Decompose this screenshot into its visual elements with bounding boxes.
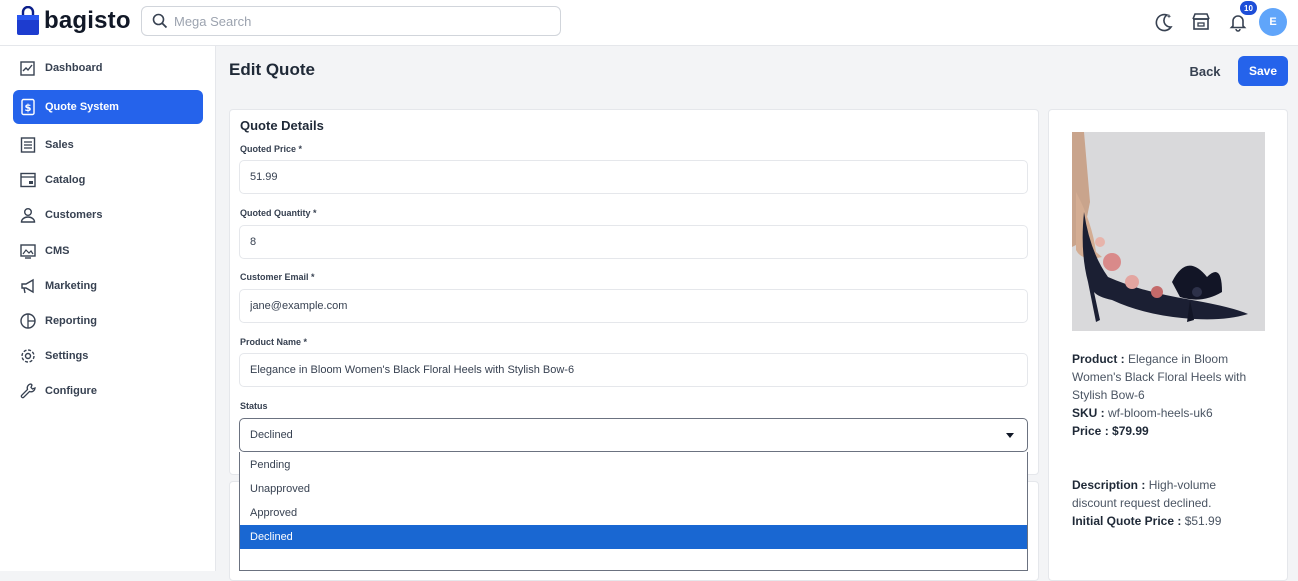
- sidebar-item-label: Sales: [45, 139, 74, 151]
- status-select[interactable]: Declined: [239, 418, 1028, 452]
- product-photo: [1072, 132, 1265, 331]
- sidebar-item-configure[interactable]: Configure: [13, 374, 203, 408]
- shopping-bag-icon: [17, 6, 39, 35]
- quoted-quantity-input[interactable]: [239, 225, 1028, 259]
- initial-quote-value: $51.99: [1184, 514, 1222, 528]
- quote-summary: Description : High-volume discount reque…: [1072, 476, 1262, 530]
- sidebar-item-label: Dashboard: [45, 62, 103, 74]
- product-name-label: Product Name *: [240, 337, 308, 347]
- price-value: $79.99: [1112, 424, 1149, 438]
- person-icon: [20, 208, 36, 223]
- sidebar-item-marketing[interactable]: Marketing: [13, 269, 203, 303]
- sidebar-item-quote-system[interactable]: $ Quote System: [13, 90, 203, 124]
- list-icon: [20, 137, 36, 153]
- status-dropdown: Pending Unapproved Approved Declined: [239, 452, 1028, 571]
- dark-mode-icon[interactable]: [1153, 11, 1175, 33]
- product-summary: Product : Elegance in Bloom Women's Blac…: [1072, 350, 1262, 440]
- sidebar-item-dashboard[interactable]: Dashboard: [13, 51, 203, 85]
- sidebar-item-label: Marketing: [45, 280, 97, 292]
- mega-search[interactable]: [141, 6, 561, 36]
- quoted-price-input[interactable]: [239, 160, 1028, 194]
- sku-label: SKU :: [1072, 406, 1105, 420]
- customer-email-label: Customer Email *: [240, 272, 315, 282]
- status-option-pending[interactable]: Pending: [240, 453, 1027, 477]
- caret-down-icon: [1006, 433, 1014, 438]
- price-label: Price :: [1072, 424, 1109, 438]
- save-button[interactable]: Save: [1238, 56, 1288, 86]
- status-label: Status: [240, 401, 268, 411]
- status-option-declined[interactable]: Declined: [240, 525, 1027, 549]
- initial-quote-label: Initial Quote Price :: [1072, 514, 1182, 528]
- svg-text:$: $: [25, 103, 32, 114]
- product-label: Product :: [1072, 352, 1125, 366]
- storefront-icon[interactable]: [1190, 11, 1212, 33]
- sidebar-item-label: Customers: [45, 209, 103, 221]
- product-name-input[interactable]: [239, 353, 1028, 387]
- card-title: Quote Details: [240, 118, 324, 133]
- sidebar-item-cms[interactable]: CMS: [13, 234, 203, 268]
- page-title: Edit Quote: [229, 60, 315, 79]
- sidebar-item-label: Configure: [45, 385, 97, 397]
- sidebar-item-customers[interactable]: Customers: [13, 198, 203, 232]
- quoted-quantity-label: Quoted Quantity *: [240, 208, 317, 218]
- sku-value: wf-bloom-heels-uk6: [1108, 406, 1213, 420]
- sidebar-item-reporting[interactable]: Reporting: [13, 304, 203, 338]
- description-label: Description :: [1072, 478, 1146, 492]
- sidebar-item-settings[interactable]: Settings: [13, 339, 203, 373]
- sidebar: Dashboard $ Quote System Sales Catalog C…: [0, 46, 216, 571]
- top-header: bagisto 10 E: [0, 0, 1298, 46]
- sidebar-item-sales[interactable]: Sales: [13, 128, 203, 162]
- customer-email-input[interactable]: [239, 289, 1028, 323]
- dashboard-icon: [20, 61, 35, 76]
- catalog-icon: [20, 172, 36, 188]
- search-input[interactable]: [174, 13, 534, 29]
- back-button[interactable]: Back: [1180, 56, 1230, 86]
- gear-icon: [21, 349, 35, 363]
- status-selected-value: Declined: [250, 429, 293, 441]
- product-image: [1072, 132, 1265, 331]
- dollar-doc-icon: $: [21, 98, 35, 116]
- brand-logo[interactable]: bagisto: [16, 6, 131, 36]
- sidebar-item-label: Reporting: [45, 315, 97, 327]
- megaphone-icon: [21, 278, 34, 294]
- notification-count-badge: 10: [1240, 1, 1257, 15]
- status-option-unapproved[interactable]: Unapproved: [240, 477, 1027, 501]
- pie-chart-icon: [20, 313, 36, 329]
- wrench-icon: [20, 383, 36, 399]
- sidebar-item-label: Catalog: [45, 174, 86, 186]
- sidebar-item-catalog[interactable]: Catalog: [13, 163, 203, 197]
- sidebar-item-label: Settings: [45, 350, 89, 362]
- search-icon: [152, 13, 168, 29]
- sidebar-item-label: Quote System: [45, 101, 119, 113]
- sidebar-item-label: CMS: [45, 245, 70, 257]
- status-option-approved[interactable]: Approved: [240, 501, 1027, 525]
- monitor-icon: [20, 244, 36, 259]
- user-avatar[interactable]: E: [1259, 8, 1287, 36]
- brand-name: bagisto: [44, 7, 131, 34]
- quoted-price-label: Quoted Price *: [240, 144, 303, 154]
